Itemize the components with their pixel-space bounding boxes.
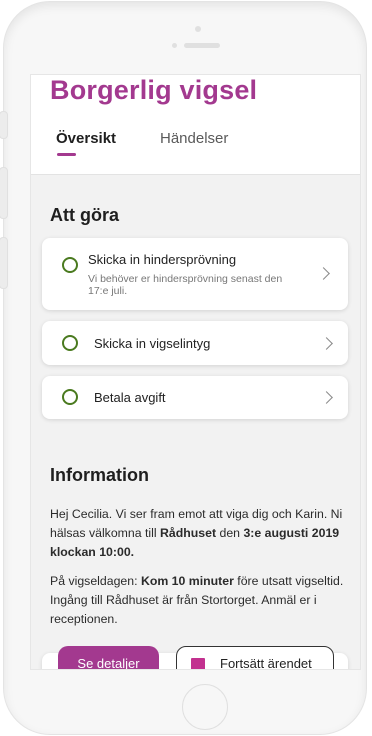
text-span: den (216, 526, 244, 540)
todo-item-vigselintyg[interactable]: Skicka in vigselintyg (42, 321, 348, 365)
todo-item-title: Betala avgift (94, 390, 166, 405)
arrival-time-text: Kom 10 minuter (140, 574, 234, 588)
page-title: Borgerlig vigsel (50, 75, 258, 105)
todo-heading: Att göra (50, 205, 119, 225)
case-icon (191, 658, 205, 669)
active-tab-indicator (57, 153, 76, 156)
todo-item-title: Skicka in hindersprövning (88, 252, 237, 267)
todo-item-avgift[interactable]: Betala avgift (42, 376, 348, 419)
sensor-icon (172, 43, 177, 48)
information-paragraph-2: På vigseldagen: Kom 10 minuter före utsa… (50, 572, 346, 629)
status-circle-icon (62, 257, 78, 273)
continue-case-button[interactable]: Fortsätt ärendet (176, 646, 334, 670)
tab-handelser[interactable]: Händelser (160, 130, 228, 147)
text-span: På vigseldagen: (50, 574, 141, 588)
volume-down-button (0, 238, 7, 288)
information-heading: Information (50, 465, 149, 485)
tab-oversikt[interactable]: Översikt (56, 130, 116, 147)
chevron-right-icon (320, 337, 333, 350)
chevron-right-icon (317, 267, 330, 280)
see-details-button[interactable]: Se detaljer (58, 646, 159, 669)
mute-switch (0, 112, 7, 138)
camera-icon (195, 26, 201, 32)
todo-item-subtitle: Vi behöver er hindersprövning senast den… (88, 273, 283, 297)
todo-item-title: Skicka in vigselintyg (94, 336, 211, 351)
home-button[interactable] (182, 684, 228, 730)
speaker-icon (184, 43, 220, 48)
todo-item-hindersprovning[interactable]: Skicka in hindersprövning Vi behöver er … (42, 238, 348, 310)
status-circle-icon (62, 389, 78, 405)
information-paragraph-1: Hej Cecilia. Vi ser fram emot att viga d… (50, 505, 346, 562)
chevron-right-icon (320, 391, 333, 404)
app-screen: Borgerlig vigsel Översikt Händelser Att … (30, 74, 361, 670)
status-circle-icon (62, 335, 78, 351)
page-header: Borgerlig vigsel Översikt Händelser (31, 75, 360, 175)
location-text: Rådhuset (160, 526, 217, 540)
continue-case-label: Fortsätt ärendet (220, 656, 312, 670)
volume-up-button (0, 168, 7, 218)
